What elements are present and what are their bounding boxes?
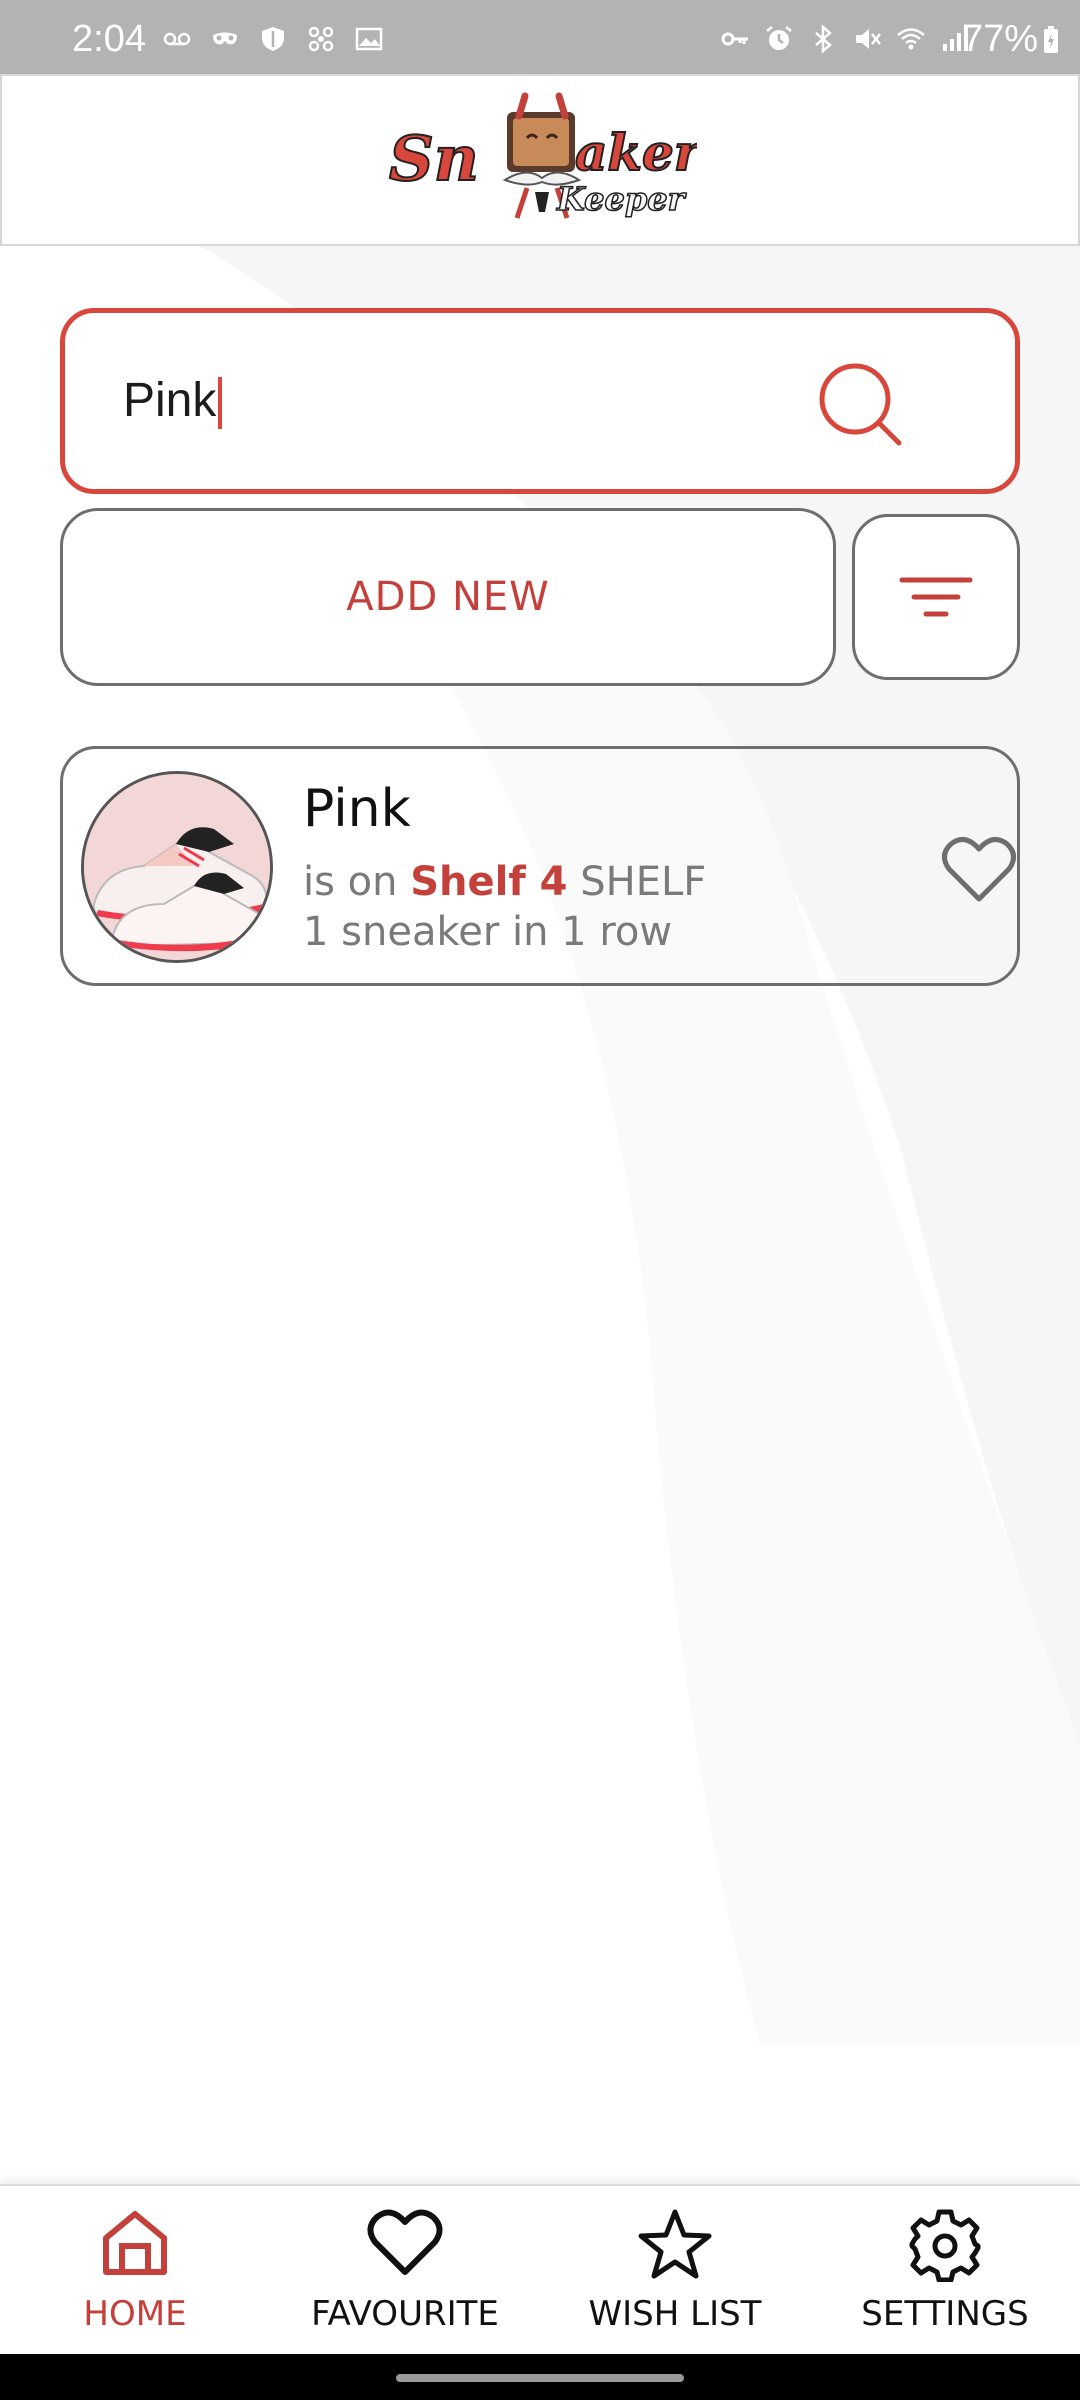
search-box[interactable]: Pink (60, 308, 1020, 494)
sneaker-keeper-logo: Sn aker Keeper (388, 92, 697, 219)
search-input-value: Pink (123, 374, 217, 427)
favourite-heart-icon[interactable] (941, 835, 1017, 905)
nav-home[interactable]: HOME (0, 2186, 270, 2354)
voicemail-icon (163, 32, 191, 46)
search-icon[interactable] (815, 359, 905, 449)
status-time: 2:04 (72, 18, 146, 60)
star-icon (638, 2209, 712, 2279)
sneaker-thumbnail (81, 771, 273, 963)
status-bar: 2:04 77% (0, 0, 1080, 74)
add-new-button[interactable]: ADD NEW (60, 508, 836, 686)
nav-settings-label: SETTINGS (861, 2294, 1029, 2334)
filter-button[interactable] (852, 514, 1020, 680)
key-icon (721, 32, 748, 46)
filter-icon (899, 577, 973, 617)
logo-text-keeper: Keeper (556, 180, 687, 218)
shelf-number: Shelf 4 (410, 859, 568, 905)
status-left-icons (162, 24, 384, 54)
shelf-name: Pink (303, 779, 411, 839)
bottom-navigation: HOME FAVOURITE WISH LIST SETTINGS (0, 2184, 1080, 2354)
shelf-location: is on Shelf 4 SHELF (303, 859, 706, 905)
shelf-location-prefix: is on (303, 859, 398, 905)
nav-favourite[interactable]: FAVOURITE (270, 2186, 540, 2354)
mask-icon (213, 32, 237, 45)
nav-wish-list[interactable]: WISH LIST (540, 2186, 810, 2354)
mute-icon (856, 29, 881, 49)
app-header: Sn aker Keeper (0, 74, 1080, 246)
battery-icon (1044, 25, 1058, 53)
shield-icon (262, 27, 284, 51)
nav-settings[interactable]: SETTINGS (810, 2186, 1080, 2354)
nav-wish-list-label: WISH LIST (588, 2294, 762, 2334)
nav-home-label: HOME (83, 2294, 187, 2334)
home-icon (103, 2211, 167, 2275)
shelf-result-card[interactable]: Pink is on Shelf 4 SHELF 1 sneaker in 1 … (60, 746, 1020, 986)
alarm-icon (766, 26, 792, 50)
logo-text-sn: Sn (389, 122, 479, 195)
logo-text-aker: aker (575, 123, 697, 182)
fan-icon (308, 26, 334, 52)
status-right-icons (720, 24, 970, 54)
shelf-count: 1 sneaker in 1 row (303, 909, 673, 955)
battery-indicator: 77% (962, 18, 1060, 61)
gear-icon (909, 2209, 981, 2282)
battery-level: 77% (961, 18, 1038, 60)
shelf-location-suffix: SHELF (580, 859, 707, 905)
search-input[interactable]: Pink (123, 373, 223, 430)
home-gesture-handle[interactable] (396, 2374, 684, 2382)
heart-icon (367, 2209, 443, 2275)
nav-favourite-label: FAVOURITE (311, 2294, 499, 2334)
sneaker-image (84, 774, 270, 960)
image-icon (355, 27, 383, 51)
system-navigation-bar (0, 2354, 1080, 2400)
text-cursor (218, 377, 223, 430)
wifi-icon (897, 28, 925, 50)
bluetooth-icon (815, 24, 832, 54)
add-new-label: ADD NEW (346, 574, 550, 620)
